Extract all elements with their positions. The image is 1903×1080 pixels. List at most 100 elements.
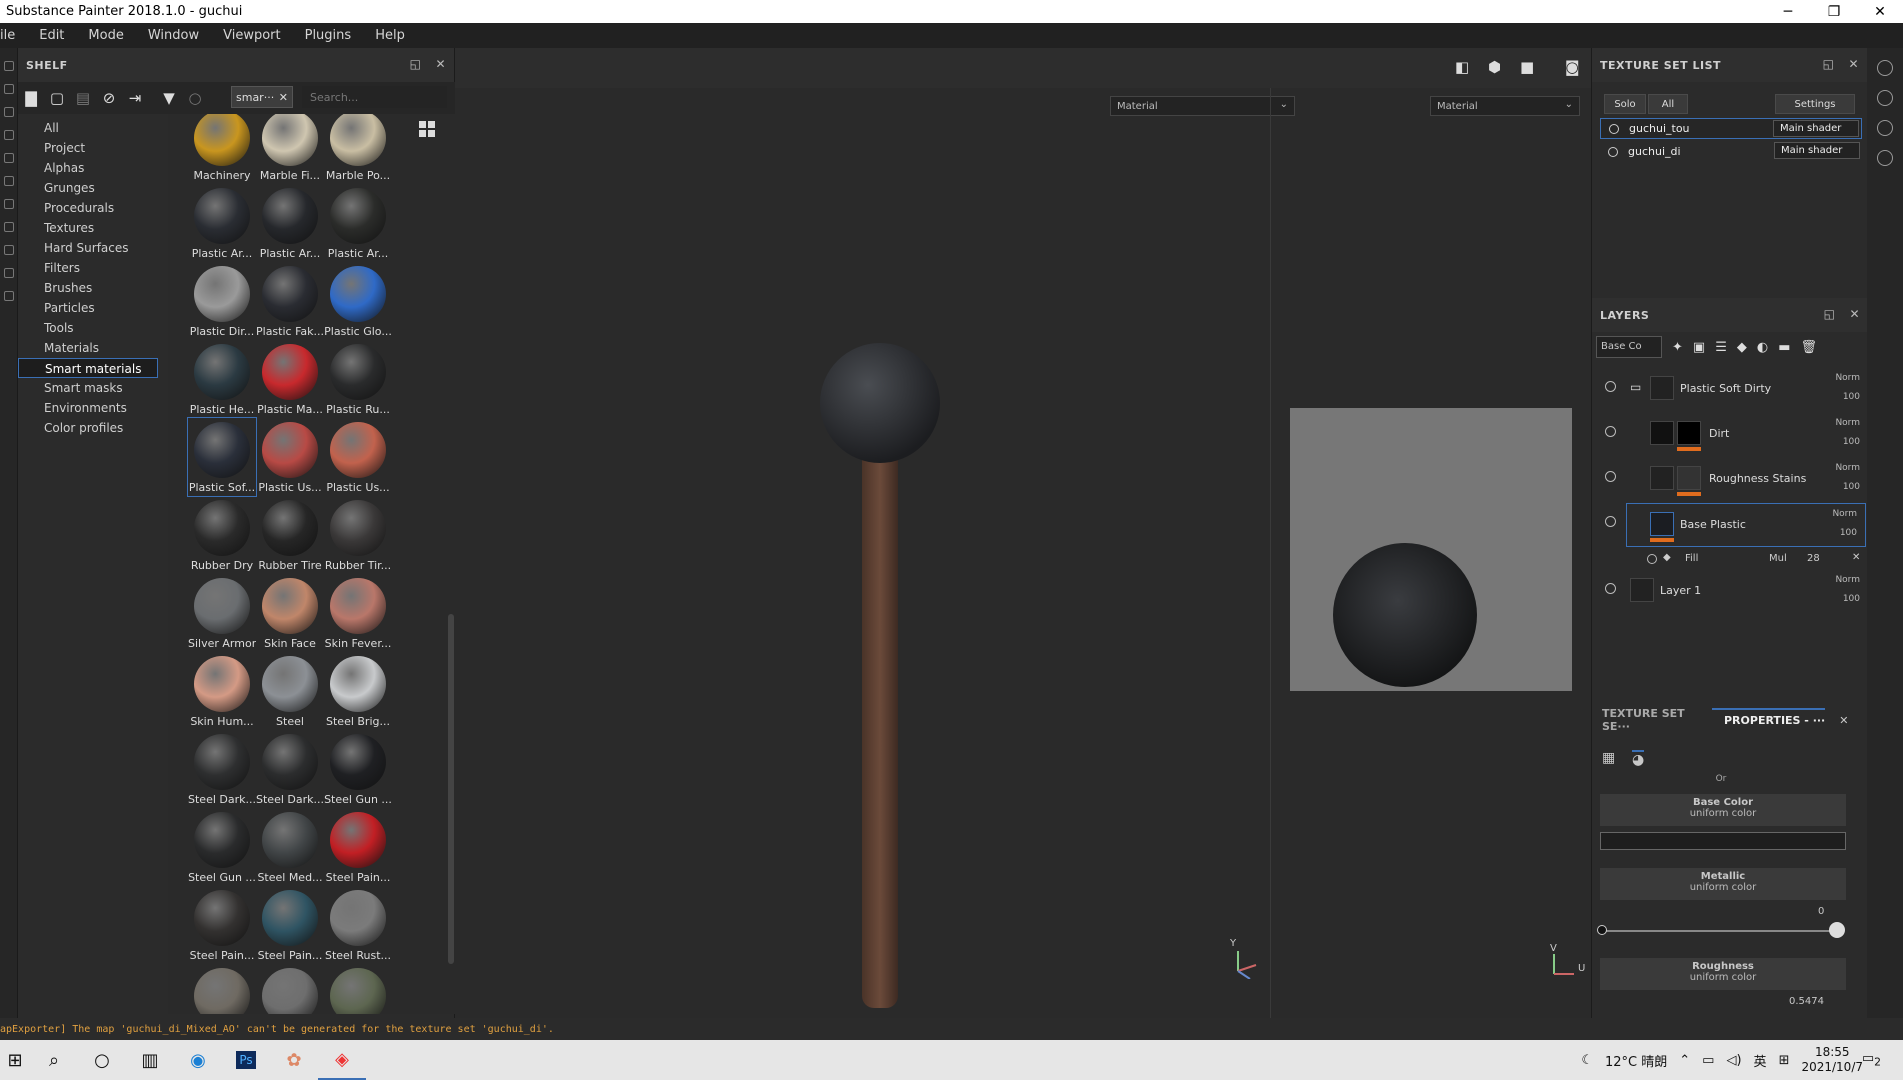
fill-opacity[interactable]: 28 xyxy=(1807,553,1820,564)
channel-select[interactable]: Base Co xyxy=(1596,336,1662,358)
clone-tool-icon[interactable] xyxy=(4,176,14,186)
camera-icon[interactable]: ■ xyxy=(1520,58,1534,76)
scroll-thumb[interactable] xyxy=(448,614,454,964)
material-tile[interactable]: Steel Pain... xyxy=(324,808,392,886)
minimize-button[interactable]: ─ xyxy=(1765,0,1811,23)
texture-set-row[interactable]: guchui_di Main shader xyxy=(1600,141,1862,162)
add-fill-icon[interactable]: ◆ xyxy=(1737,340,1747,355)
visibility-icon[interactable] xyxy=(1647,554,1657,564)
start-icon[interactable]: ⊞ xyxy=(0,1040,30,1080)
history-icon[interactable] xyxy=(1877,120,1893,136)
material-tile[interactable] xyxy=(324,964,392,1014)
material-tile[interactable]: Steel Rust... xyxy=(324,886,392,964)
add-mask-icon[interactable]: ▣ xyxy=(1693,340,1705,355)
screenshot-icon[interactable]: ◙ xyxy=(1565,58,1580,76)
material-tile[interactable]: Steel Brig... xyxy=(324,652,392,730)
visibility-icon[interactable] xyxy=(1608,146,1618,157)
category-item[interactable]: Procedurals xyxy=(18,198,158,218)
category-item[interactable]: Environments xyxy=(18,398,158,418)
display-settings-icon[interactable] xyxy=(4,268,14,278)
material-tile[interactable]: Skin Face xyxy=(256,574,324,652)
opacity-value[interactable]: 100 xyxy=(1843,437,1860,447)
notification-icon[interactable]: ▭2 xyxy=(1862,1051,1881,1069)
solo-button[interactable]: Solo xyxy=(1604,94,1646,114)
keyboard-icon[interactable]: ⊞ xyxy=(1779,1053,1790,1068)
category-item[interactable]: Materials xyxy=(18,338,158,358)
cube-icon[interactable]: ⬢ xyxy=(1488,58,1501,76)
import-icon[interactable]: ⇥ xyxy=(122,85,148,111)
search-icon[interactable]: ⌕ xyxy=(30,1040,78,1080)
menu-viewport[interactable]: Viewport xyxy=(211,28,293,43)
material-tile[interactable]: Plastic Fak... xyxy=(256,262,324,340)
material-tile[interactable] xyxy=(188,964,256,1014)
material-tile[interactable]: Plastic Glo... xyxy=(324,262,392,340)
category-item[interactable]: Color profiles xyxy=(18,418,158,438)
add-layer-icon[interactable]: ☰ xyxy=(1715,340,1727,355)
category-item[interactable]: Tools xyxy=(18,318,158,338)
blend-mode[interactable]: Norm xyxy=(1835,575,1860,585)
effects-icon[interactable]: ✦ xyxy=(1672,340,1683,355)
fill-blend[interactable]: Mul xyxy=(1769,553,1787,564)
category-item[interactable]: Alphas xyxy=(18,158,158,178)
polygon-fill-icon[interactable] xyxy=(4,130,14,140)
picker-tool-icon[interactable] xyxy=(4,199,14,209)
tab-texture-set-settings[interactable]: TEXTURE SET SE··· xyxy=(1592,707,1712,733)
shader-select[interactable]: Main shader xyxy=(1773,120,1859,137)
close-button[interactable]: ✕ xyxy=(1857,0,1903,23)
viewer-settings-icon[interactable] xyxy=(4,291,14,301)
settings-button[interactable]: Settings xyxy=(1775,94,1855,114)
close-panel-icon[interactable]: ✕ xyxy=(1839,714,1848,727)
opacity-value[interactable]: 100 xyxy=(1843,392,1860,402)
add-folder-icon[interactable]: ▬ xyxy=(1778,340,1790,355)
material-tile[interactable]: Steel xyxy=(256,652,324,730)
visibility-icon[interactable] xyxy=(1605,516,1616,527)
close-panel-icon[interactable]: ✕ xyxy=(435,57,446,71)
texture-set-row[interactable]: guchui_tou Main shader xyxy=(1600,118,1862,139)
opacity-value[interactable]: 100 xyxy=(1840,528,1857,538)
material-tile[interactable]: Plastic Sof... xyxy=(187,417,257,497)
material-tile[interactable]: Plastic Ar... xyxy=(188,184,256,262)
save-icon[interactable]: ▤ xyxy=(70,85,96,111)
material-tile[interactable]: Skin Hum... xyxy=(188,652,256,730)
all-button[interactable]: All xyxy=(1648,94,1688,114)
search-input[interactable]: Search... xyxy=(302,86,447,108)
material-tile[interactable]: Rubber Tire xyxy=(256,496,324,574)
category-item[interactable]: Hard Surfaces xyxy=(18,238,158,258)
edge-icon[interactable]: ◉ xyxy=(174,1040,222,1080)
material-tile[interactable]: Steel Pain... xyxy=(256,886,324,964)
ime-indicator[interactable]: 英 xyxy=(1754,1051,1767,1070)
fill-effect-row[interactable]: ◆ Fill Mul 28 ✕ xyxy=(1647,550,1867,570)
circle-filter-icon[interactable]: ○ xyxy=(182,85,208,111)
material-tile[interactable]: Skin Fever... xyxy=(324,574,392,652)
material-tile[interactable]: Plastic Us... xyxy=(324,418,392,496)
shader-select[interactable]: Main shader xyxy=(1774,142,1860,159)
material-tile[interactable]: Steel Med... xyxy=(256,808,324,886)
viewport-divider[interactable] xyxy=(1270,88,1271,1018)
blend-mode[interactable]: Norm xyxy=(1832,509,1857,519)
category-item[interactable]: All xyxy=(18,118,158,138)
delete-icon[interactable]: 🗑 xyxy=(1801,340,1818,355)
menu-window[interactable]: Window xyxy=(136,28,211,43)
roughness-value[interactable]: 0.5474 xyxy=(1789,996,1824,1007)
float-icon[interactable]: ◱ xyxy=(1824,307,1836,321)
category-item[interactable]: Grunges xyxy=(18,178,158,198)
weather-text[interactable]: 12°C 晴朗 xyxy=(1605,1051,1667,1070)
category-item[interactable]: Smart masks xyxy=(18,378,158,398)
viewport-3d-mode[interactable]: Material ⌄ xyxy=(1110,96,1295,116)
remove-effect-icon[interactable]: ✕ xyxy=(1852,552,1860,563)
metallic-value[interactable]: 0 xyxy=(1818,906,1824,917)
material-tile[interactable]: Steel Gun ... xyxy=(324,730,392,808)
viewport[interactable]: ◧ ⬢ ■ ◙ Material ⌄ Material ⌄ Y V U xyxy=(455,48,1591,1018)
projection-tool-icon[interactable] xyxy=(4,107,14,117)
material-tile[interactable]: Silver Armor xyxy=(188,574,256,652)
category-item[interactable]: Smart materials xyxy=(18,358,158,378)
metallic-slider[interactable] xyxy=(1602,930,1836,932)
eraser-tool-icon[interactable] xyxy=(4,84,14,94)
menu-mode[interactable]: Mode xyxy=(76,28,135,43)
close-panel-icon[interactable]: ✕ xyxy=(1848,57,1859,71)
layer-row[interactable]: Roughness Stains Norm 100 xyxy=(1592,458,1868,502)
log-icon[interactable] xyxy=(1877,150,1893,166)
layer-row[interactable]: Layer 1 Norm 100 xyxy=(1592,570,1868,614)
category-item[interactable]: Project xyxy=(18,138,158,158)
maximize-button[interactable]: ❐ xyxy=(1811,0,1857,23)
